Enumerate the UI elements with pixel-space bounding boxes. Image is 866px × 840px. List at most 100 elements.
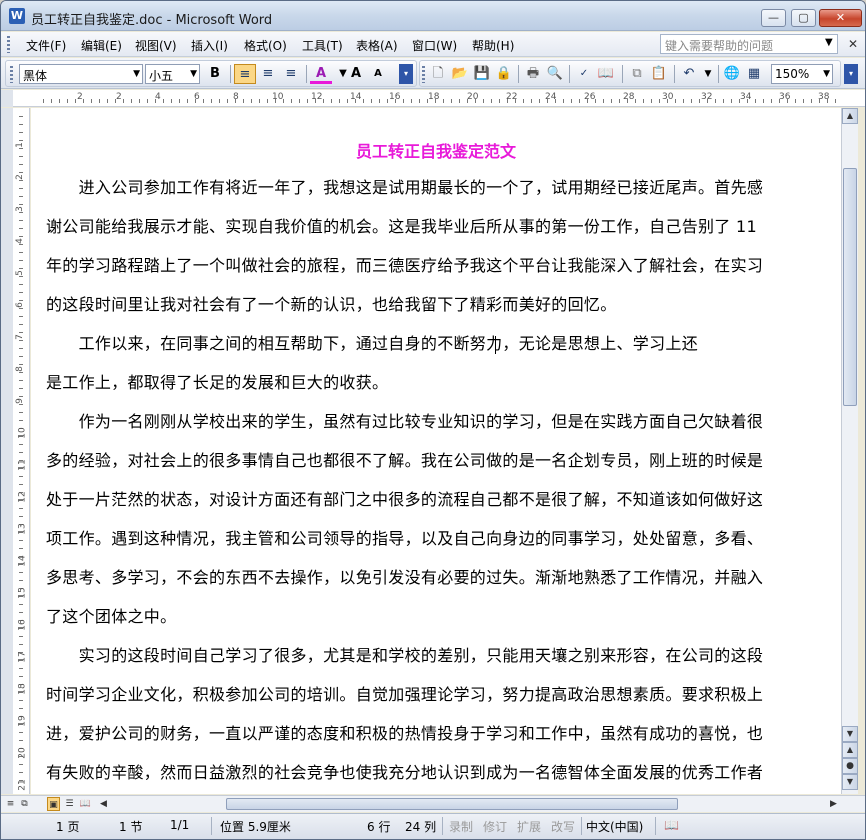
previous-page-icon[interactable]: ▲ <box>842 742 858 758</box>
save-icon[interactable]: 💾 <box>471 64 493 84</box>
menu-view[interactable]: 视图(V) <box>135 37 177 54</box>
document-line[interactable]: 年的学习路程踏上了一个叫做社会的旅程，而三德医疗给予我这个平台让我能深入了解社会… <box>46 252 763 276</box>
chevron-down-icon[interactable]: ▼ <box>133 69 140 79</box>
scroll-right-icon[interactable]: ▶ <box>827 797 840 811</box>
document-page[interactable]: 员工转正自我鉴定范文 进入公司参加工作有将近一年了，我想这是试用期最长的一个了，… <box>31 108 841 794</box>
copy-icon[interactable]: ⧉ <box>626 64 648 84</box>
document-line[interactable]: 谢公司能给我展示才能、实现自我价值的机会。这是我毕业后所从事的第一份工作，自己告… <box>46 213 757 237</box>
document-line[interactable]: 处于一片茫然的状态，对设计方面还有部门之中很多的流程自己都不是很了解，不知道该如… <box>46 486 763 510</box>
menu-insert[interactable]: 插入(I) <box>191 37 228 54</box>
print-view-icon[interactable]: ▣ <box>47 797 60 811</box>
ruler-tick <box>19 772 23 773</box>
toolbar-options-icon[interactable]: ▾ <box>844 64 858 84</box>
scroll-up-icon[interactable]: ▲ <box>842 108 858 124</box>
document-line[interactable]: 多的经验，对社会上的很多事情自己也都很不了解。我在公司做的是一名企划专员，刚上班… <box>46 447 763 471</box>
ruler-tick <box>323 99 324 103</box>
bold-icon[interactable]: B <box>204 64 226 84</box>
document-line[interactable]: 项工作。遇到这种情况，我主管和公司领导的指导，以及自己向身边的同事学习，处处留意… <box>46 525 763 549</box>
permission-icon[interactable]: 🔒 <box>493 64 515 84</box>
help-search-input[interactable]: 键入需要帮助的问题 <box>660 34 838 54</box>
reading-view-icon[interactable]: 📖 <box>79 797 92 811</box>
spelling-icon[interactable]: ✓ <box>573 64 595 84</box>
document-line[interactable]: 有失败的辛酸，然而日益激烈的社会竞争也使我充分地认识到成为一名德智体全面发展的优… <box>46 759 763 783</box>
document-line[interactable]: 了这个团体之中。 <box>46 603 176 627</box>
print-preview-icon[interactable]: 🔍 <box>544 64 566 84</box>
toolbar-grip-icon[interactable] <box>10 66 13 83</box>
select-browse-object-icon[interactable]: ● <box>842 758 858 774</box>
ruler-number: 22 <box>506 92 518 102</box>
ruler-tick <box>179 99 180 103</box>
menu-table[interactable]: 表格(A) <box>356 37 398 54</box>
web-view-icon[interactable]: ⧉ <box>18 797 31 811</box>
open-icon[interactable]: 📂 <box>449 64 471 84</box>
ruler-tick <box>19 188 23 189</box>
ruler-tick <box>299 99 300 103</box>
scroll-left-icon[interactable]: ◀ <box>97 797 110 811</box>
document-line[interactable]: 进入公司参加工作有将近一年了，我想这是试用期最长的一个了，试用期经已接近尾声。首… <box>46 174 763 198</box>
hyperlink-icon[interactable]: 🌐 <box>721 64 743 84</box>
font-size-select[interactable]: 小五 ▼ <box>145 64 200 84</box>
status-rec[interactable]: 录制 <box>449 818 473 835</box>
vertical-scroll-thumb[interactable] <box>843 168 857 406</box>
font-name-select[interactable]: 黑体 ▼ <box>19 64 143 84</box>
font-color-icon[interactable]: A <box>310 64 332 84</box>
document-line[interactable]: 工作以来，在同事之间的相互帮助下，通过自身的不断努力，无论是思想上、学习上还 <box>46 330 698 354</box>
print-icon[interactable]: 🖶 <box>522 64 544 84</box>
menu-tools[interactable]: 工具(T) <box>302 37 343 54</box>
document-line[interactable]: 进，爱护公司的财务，一直以严谨的态度和积极的热情投身于学习和工作中，虽然有成功的… <box>46 720 763 744</box>
ruler-tick <box>19 284 23 285</box>
close-button[interactable]: ✕ <box>819 9 862 27</box>
scroll-down-icon[interactable]: ▼ <box>842 726 858 742</box>
toolbar-separator <box>518 65 519 83</box>
close-doc-icon[interactable]: ✕ <box>848 37 858 51</box>
document-line[interactable]: 的这段时间里让我对社会有了一个新的认识，也给我留下了精彩而美好的回忆。 <box>46 291 617 315</box>
zoom-select[interactable]: 150% ▼ <box>771 64 833 84</box>
chevron-down-icon[interactable]: ▼ <box>190 69 197 79</box>
horizontal-ruler[interactable]: 2 2 4 6 8 10 12 14 16 18 20 22 24 26 28 30 32 34 36 38 <box>13 90 865 107</box>
research-icon[interactable]: 📖 <box>595 64 617 84</box>
document-line[interactable]: 是工作上，都取得了长足的发展和巨大的收获。 <box>46 369 388 393</box>
spelling-status-icon[interactable]: 📖 <box>664 818 679 832</box>
document-line[interactable]: 多思考、多学习，不会的东西不去操作，以免引发没有必要的过失。渐渐地熟悉了工作情况… <box>46 564 763 588</box>
menu-window[interactable]: 窗口(W) <box>412 37 457 54</box>
word-icon[interactable]: W <box>9 8 25 24</box>
chevron-down-icon[interactable]: ▼ <box>697 64 719 84</box>
paste-icon[interactable]: 📋 <box>648 64 670 84</box>
status-trk[interactable]: 修订 <box>483 818 507 835</box>
outline-view-icon[interactable]: ☰ <box>63 797 76 811</box>
ruler-number: 2 <box>116 92 122 102</box>
horizontal-scrollbar[interactable]: ≡ ⧉ ▣ ☰ 📖 ◀ ▶ <box>1 795 865 812</box>
normal-view-icon[interactable]: ≡ <box>4 797 17 811</box>
ruler-tick <box>571 99 572 103</box>
maximize-button[interactable]: ▢ <box>791 9 816 27</box>
document-line[interactable]: 实习的这段时间自己学习了很多，尤其是和学校的差别，只能用天壤之别来形容，在公司的… <box>46 642 763 666</box>
grow-font-icon[interactable]: A <box>345 64 367 84</box>
chevron-down-icon[interactable]: ▼ <box>823 69 830 79</box>
ruler-number: 15 <box>17 587 28 599</box>
menu-format[interactable]: 格式(O) <box>244 37 287 54</box>
horizontal-scroll-thumb[interactable] <box>226 798 678 810</box>
shrink-font-icon[interactable]: A <box>367 64 389 84</box>
minimize-button[interactable]: — <box>761 9 786 27</box>
ruler-tick <box>187 99 188 103</box>
align-center-icon[interactable]: ≡ <box>257 64 279 84</box>
vertical-scrollbar[interactable]: ▲ ▼ ▲ ● ▼ <box>841 108 858 794</box>
toolbar-options-icon[interactable]: ▾ <box>399 64 413 84</box>
menu-edit[interactable]: 编辑(E) <box>81 37 122 54</box>
menu-grip-icon[interactable] <box>7 36 10 53</box>
table-icon[interactable]: ▦ <box>743 64 765 84</box>
toolbar-grip-icon[interactable] <box>422 66 425 83</box>
next-page-icon[interactable]: ▼ <box>842 774 858 790</box>
document-line[interactable]: 作为一名刚刚从学校出来的学生，虽然有过比较专业知识的学习，但是在实践方面自己欠缺… <box>46 408 763 432</box>
chevron-down-icon[interactable]: ▼ <box>825 37 833 48</box>
status-ext[interactable]: 扩展 <box>517 818 541 835</box>
vertical-ruler[interactable]: 1 2 3 4 5 6 7 8 9 10 11 12 13 14 15 16 17 18 19 20 21 <box>13 108 30 794</box>
align-left-icon[interactable]: ≡ <box>234 64 256 84</box>
font-size-value: 小五 <box>149 69 174 83</box>
document-line[interactable]: 时间学习企业文化，积极参加公司的培训。自觉加强理论学习，努力提高政治思想素质。要… <box>46 681 763 705</box>
menu-help[interactable]: 帮助(H) <box>472 37 514 54</box>
new-doc-icon[interactable]: 🗋 <box>427 64 449 84</box>
menu-file[interactable]: 文件(F) <box>26 37 66 54</box>
status-ovr[interactable]: 改写 <box>551 818 575 835</box>
align-right-icon[interactable]: ≡ <box>280 64 302 84</box>
